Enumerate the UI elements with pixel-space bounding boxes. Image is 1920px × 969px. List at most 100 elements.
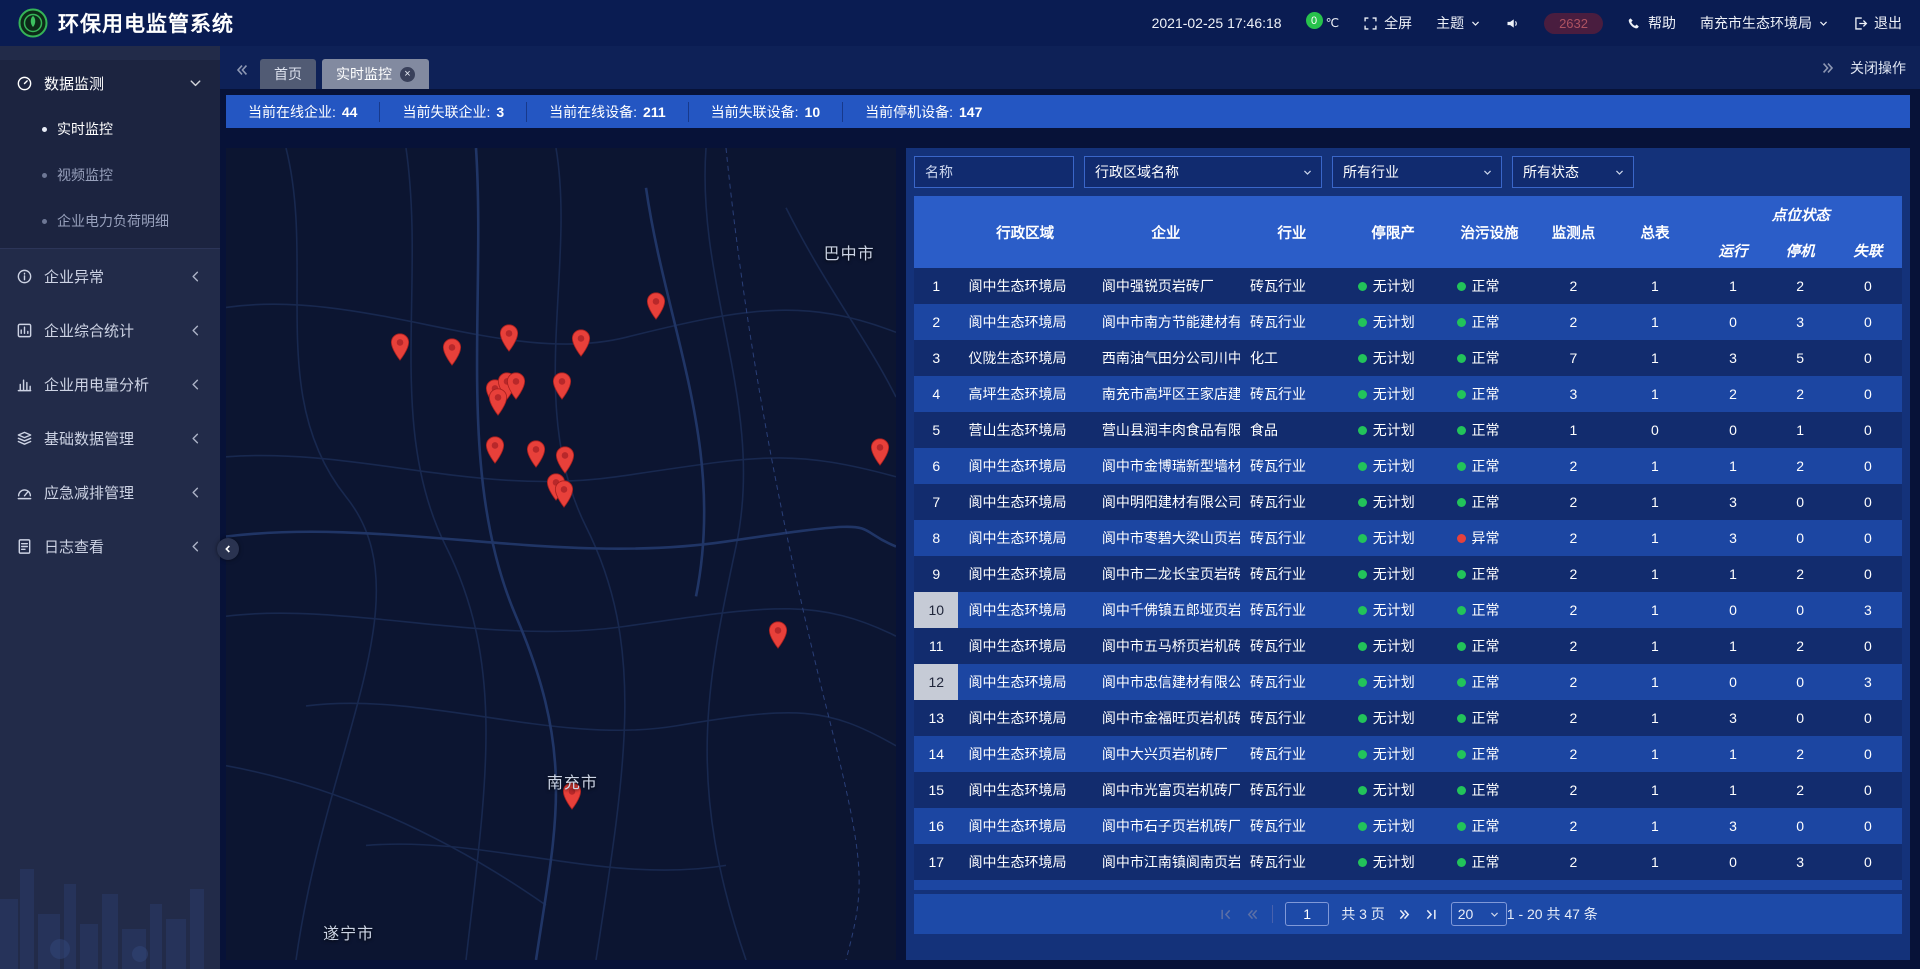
cell-region: 阆中生态环境局 — [958, 844, 1091, 880]
cell-running: 3 — [1699, 340, 1766, 376]
cell-offline: 0 — [1834, 556, 1902, 592]
table-row[interactable]: 6阆中生态环境局阆中市金博瑞新型墙材砖瓦行业无计划正常21120 — [914, 448, 1902, 484]
map-pin[interactable] — [554, 480, 574, 513]
sidebar-group-company-stats[interactable]: 企业综合统计 — [0, 303, 220, 357]
industry-filter-select[interactable]: 所有行业 — [1332, 156, 1502, 188]
tab-home[interactable]: 首页 — [260, 59, 316, 89]
cell-industry: 砖瓦行业 — [1240, 700, 1344, 736]
map-pin[interactable] — [485, 436, 505, 469]
cell-limit-status: 无计划 — [1344, 412, 1443, 448]
sidebar-group-data-monitor[interactable]: 数据监测 — [0, 60, 220, 106]
cell-offline: 0 — [1834, 304, 1902, 340]
table-row[interactable]: 14阆中生态环境局阆中大兴页岩机砖厂砖瓦行业无计划正常21120 — [914, 736, 1902, 772]
map-pin[interactable] — [552, 372, 572, 405]
row-index: 12 — [914, 664, 958, 700]
app-root: 环保用电监管系统 2021-02-25 17:46:18 0 ℃ 全屏 主题 2… — [0, 0, 1920, 969]
double-chevron-right-icon[interactable] — [1820, 60, 1836, 76]
cell-facility-status: 正常 — [1443, 556, 1537, 592]
table-row[interactable]: 16阆中生态环境局阆中市石子页岩机砖厂砖瓦行业无计划正常21300 — [914, 808, 1902, 844]
cell-stopped: 2 — [1767, 556, 1834, 592]
map-collapse-button[interactable] — [217, 538, 239, 560]
page-input[interactable] — [1285, 902, 1329, 926]
table-row[interactable]: 5营山生态环境局营山县润丰肉食品有限食品无计划正常10010 — [914, 412, 1902, 448]
cell-industry: 砖瓦行业 — [1240, 628, 1344, 664]
map-pin[interactable] — [442, 338, 462, 371]
map-pin[interactable] — [499, 324, 519, 357]
tab-close-icon[interactable]: × — [400, 67, 415, 82]
next-page-button[interactable] — [1397, 907, 1412, 922]
map-pin[interactable] — [646, 292, 666, 325]
table-row[interactable]: 2阆中生态环境局阆中市南方节能建材有砖瓦行业无计划正常21030 — [914, 304, 1902, 340]
cell-stopped: 0 — [1767, 520, 1834, 556]
map-pin[interactable] — [768, 621, 788, 654]
sidebar-item[interactable]: 实时监控 — [0, 106, 220, 152]
cell-running: 1 — [1699, 772, 1766, 808]
cell-total-meters: 0 — [1611, 412, 1700, 448]
announcement-button[interactable] — [1505, 16, 1520, 31]
stat-value: 211 — [643, 104, 666, 120]
map-pin[interactable] — [390, 333, 410, 366]
table-row[interactable]: 1阆中生态环境局阆中强锐页岩砖厂砖瓦行业无计划正常21120 — [914, 268, 1902, 304]
map-pin[interactable] — [870, 438, 890, 471]
status-dot — [1358, 462, 1367, 471]
scroll-tabs-left-button[interactable] — [234, 62, 254, 89]
cell-company: 西南油气田分公司川中 — [1092, 340, 1240, 376]
sidebar-group: 基础数据管理 — [0, 411, 220, 465]
cell-monitor-points: 7 — [1536, 340, 1610, 376]
sidebar-group-label: 基础数据管理 — [44, 428, 176, 449]
cell-monitor-points: 2 — [1536, 664, 1610, 700]
close-operations-button[interactable]: 关闭操作 — [1850, 58, 1906, 78]
table-row[interactable]: 7阆中生态环境局阆中明阳建材有限公司砖瓦行业无计划正常21300 — [914, 484, 1902, 520]
column-subheader: 运行 — [1699, 232, 1766, 268]
table-row[interactable]: 8阆中生态环境局阆中市枣碧大梁山页岩砖瓦行业无计划异常21300 — [914, 520, 1902, 556]
sidebar-group-logs[interactable]: 日志查看 — [0, 519, 220, 573]
sidebar-group-company-abnormal[interactable]: 企业异常 — [0, 249, 220, 303]
table-row[interactable]: 13阆中生态环境局阆中市金福旺页岩机砖砖瓦行业无计划正常21300 — [914, 700, 1902, 736]
theme-dropdown[interactable]: 主题 — [1436, 13, 1481, 33]
map-pin[interactable] — [506, 372, 526, 405]
sidebar-item[interactable]: 企业电力负荷明细 — [0, 198, 220, 244]
cell-total-meters: 1 — [1611, 772, 1700, 808]
prev-page-button[interactable] — [1245, 907, 1260, 922]
row-index: 7 — [914, 484, 958, 520]
map-pin[interactable] — [488, 388, 508, 421]
sidebar-group-power-analysis[interactable]: 企业用电量分析 — [0, 357, 220, 411]
table-row[interactable]: 9阆中生态环境局阆中市二龙长宝页岩砖砖瓦行业无计划正常21120 — [914, 556, 1902, 592]
page-size-select[interactable]: 20 — [1451, 902, 1507, 926]
org-dropdown[interactable]: 南充市生态环境局 — [1700, 13, 1829, 33]
cell-running: 3 — [1699, 484, 1766, 520]
cell-running: 1 — [1699, 268, 1766, 304]
name-filter-input[interactable] — [914, 156, 1074, 188]
table-row[interactable]: 15阆中生态环境局阆中市光富页岩机砖厂砖瓦行业无计划正常21120 — [914, 772, 1902, 808]
help-button[interactable]: 帮助 — [1627, 13, 1676, 33]
sidebar-group: 数据监测实时监控视频监控企业电力负荷明细 — [0, 60, 220, 249]
first-page-button[interactable] — [1218, 907, 1233, 922]
table-row[interactable]: 4高坪生态环境局南充市高坪区王家店建砖瓦行业无计划正常31220 — [914, 376, 1902, 412]
logout-button[interactable]: 退出 — [1853, 13, 1902, 33]
region-filter-select[interactable]: 行政区域名称 — [1084, 156, 1322, 188]
cell-industry: 砖瓦行业 — [1240, 484, 1344, 520]
table-row[interactable]: 11阆中生态环境局阆中市五马桥页岩机砖砖瓦行业无计划正常21120 — [914, 628, 1902, 664]
fullscreen-button[interactable]: 全屏 — [1363, 13, 1412, 33]
sidebar-group-emergency[interactable]: 应急减排管理 — [0, 465, 220, 519]
map-pin[interactable] — [526, 440, 546, 473]
stat-value: 147 — [959, 104, 982, 120]
status-dot — [1457, 570, 1466, 579]
table-row[interactable]: 12阆中生态环境局阆中市忠信建材有限公砖瓦行业无计划正常21003 — [914, 664, 1902, 700]
status-filter-select[interactable]: 所有状态 — [1512, 156, 1634, 188]
sidebar-item[interactable]: 视频监控 — [0, 152, 220, 198]
table-row[interactable]: 10阆中生态环境局阆中千佛镇五郎垭页岩砖瓦行业无计划正常21003 — [914, 592, 1902, 628]
last-page-button[interactable] — [1424, 907, 1439, 922]
cell-monitor-points: 2 — [1536, 628, 1610, 664]
cell-company: 阆中市金福旺页岩机砖 — [1092, 700, 1240, 736]
map-pin-icon — [646, 292, 666, 320]
table-row[interactable]: 17阆中生态环境局阆中市江南镇阆南页岩砖瓦行业无计划正常21030 — [914, 844, 1902, 880]
table-row[interactable]: 18南部生态环境局南部县建材页岩有限公砖瓦行业无计划正常21030 — [914, 880, 1902, 890]
cell-stopped: 2 — [1767, 376, 1834, 412]
table-row[interactable]: 3仪陇生态环境局西南油气田分公司川中化工无计划正常71350 — [914, 340, 1902, 376]
status-dot — [1457, 642, 1466, 651]
map-pin[interactable] — [571, 329, 591, 362]
map-panel[interactable]: 巴中市南充市遂宁市 — [226, 148, 896, 960]
sidebar-group-base-data[interactable]: 基础数据管理 — [0, 411, 220, 465]
tab-realtime[interactable]: 实时监控× — [322, 59, 429, 89]
